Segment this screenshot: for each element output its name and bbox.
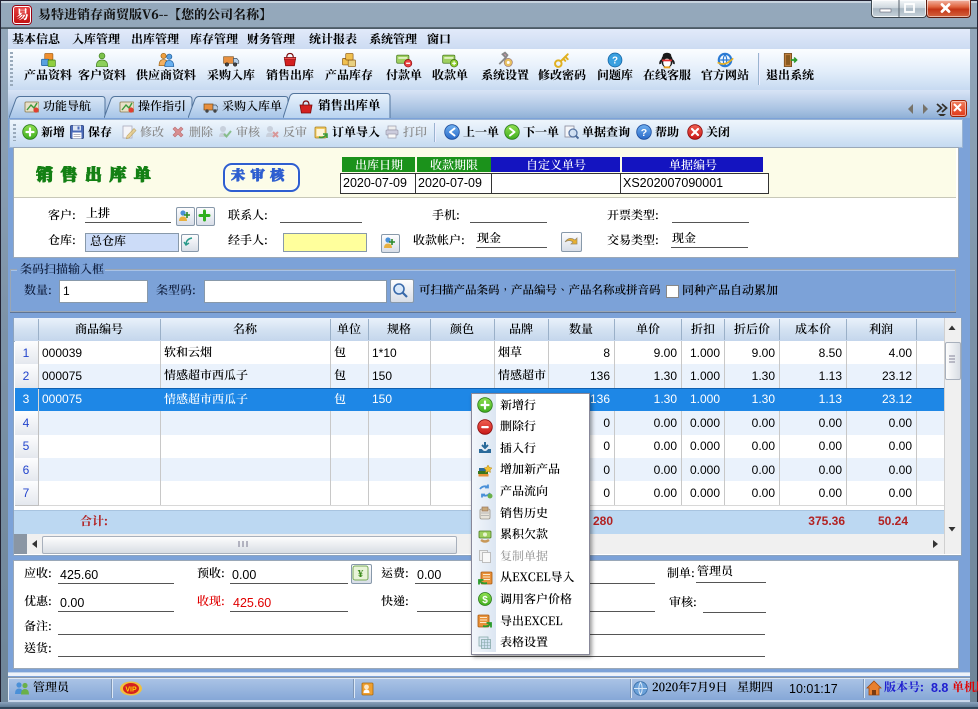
svg-text:?: ? [641,127,647,139]
svg-text:?: ? [612,56,618,67]
svg-text:¥: ¥ [358,568,364,580]
svg-text:VIP: VIP [125,687,137,694]
svg-text:$: $ [482,595,488,606]
